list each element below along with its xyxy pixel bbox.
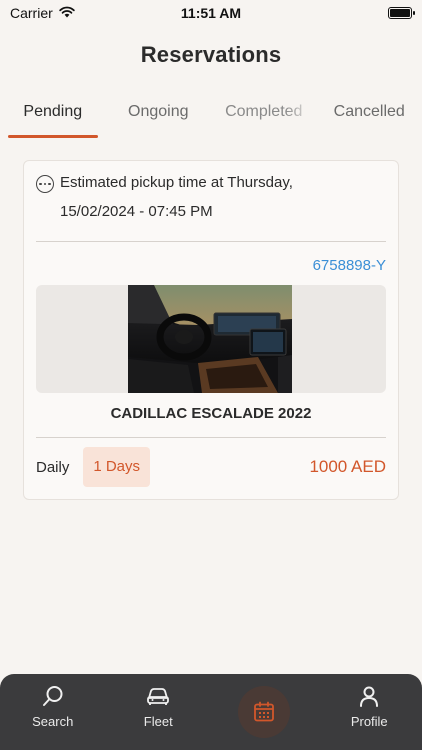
nav-reservations[interactable]	[222, 674, 306, 738]
nav-profile-label: Profile	[350, 714, 388, 729]
reservations-active-indicator	[237, 686, 290, 738]
nav-fleet-label: Fleet	[143, 714, 173, 729]
rental-summary: Daily 1 Days 1000 AED	[36, 446, 386, 488]
calendar-icon	[253, 701, 275, 723]
car-image-container	[36, 285, 386, 393]
carrier-label: Carrier	[10, 5, 53, 21]
bottom-navigation: Search Fleet Profile	[0, 674, 422, 750]
pickup-line-2: 15/02/2024 - 07:45 PM	[60, 203, 213, 220]
pickup-time-text: Estimated pickup time at Thursday, 15/02…	[60, 168, 293, 226]
nav-search-label: Search	[32, 714, 74, 729]
nav-fleet[interactable]: Fleet	[116, 674, 200, 729]
profile-icon	[357, 684, 381, 708]
car-name: CADILLAC ESCALADE 2022	[110, 405, 312, 422]
status-left: Carrier	[10, 5, 75, 21]
nav-profile[interactable]: Profile	[327, 674, 411, 729]
reservation-tabs: Pending Ongoing Completed Cancelled	[0, 92, 422, 138]
tab-pending[interactable]: Pending	[0, 92, 106, 138]
reservation-card[interactable]: Estimated pickup time at Thursday, 15/02…	[23, 160, 399, 500]
car-icon	[145, 684, 171, 708]
pickup-info: Estimated pickup time at Thursday, 15/02…	[36, 174, 386, 226]
reservations-screen: Carrier 11:51 AM Reservations Pending On…	[0, 0, 422, 750]
reservation-reference[interactable]: 6758898-Y	[313, 257, 386, 274]
more-dots-icon	[36, 175, 54, 193]
search-icon	[41, 684, 65, 708]
duration-badge: 1 Days	[83, 447, 151, 487]
rate-type: Daily	[36, 458, 70, 476]
wifi-icon	[59, 5, 75, 21]
divider	[36, 241, 386, 242]
battery-icon	[388, 7, 415, 19]
divider	[36, 437, 386, 438]
tab-completed[interactable]: Completed	[211, 92, 317, 138]
pickup-line-1: Estimated pickup time at Thursday,	[60, 174, 293, 191]
tab-cancelled[interactable]: Cancelled	[317, 92, 422, 138]
total-price: 1000 AED	[309, 457, 386, 476]
page-title: Reservations	[140, 42, 282, 67]
nav-search[interactable]: Search	[11, 674, 95, 729]
status-bar: Carrier 11:51 AM	[0, 0, 422, 26]
car-interior-image	[128, 285, 292, 393]
tab-ongoing[interactable]: Ongoing	[106, 92, 212, 138]
